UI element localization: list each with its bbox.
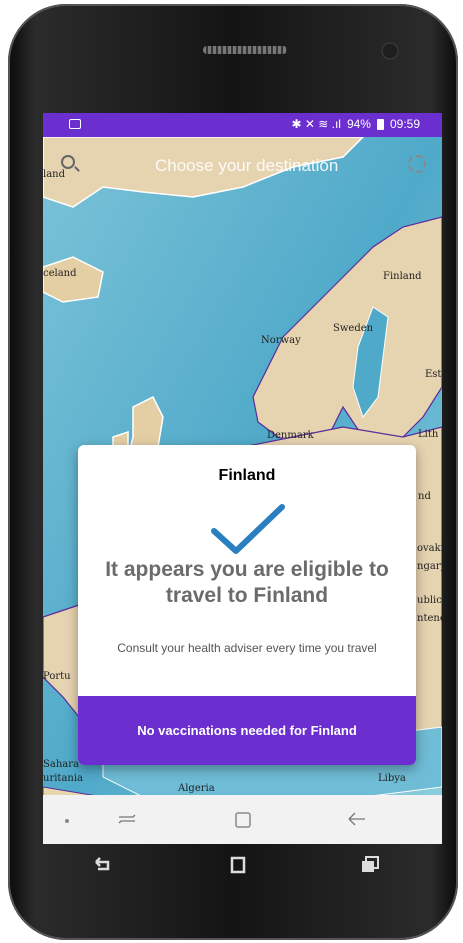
- map-label: Norway: [261, 335, 301, 346]
- back-arrow-icon[interactable]: [345, 809, 369, 829]
- map-label: land: [43, 169, 66, 180]
- map-label: Lith: [418, 429, 439, 440]
- map-label: Libya: [378, 773, 406, 784]
- checkmark-icon: [211, 504, 285, 554]
- recent-apps-icon[interactable]: [115, 809, 139, 829]
- map-label: ngary: [417, 561, 442, 572]
- connectivity-icons: ✱ ✕ ≋ .ıl: [291, 117, 341, 131]
- map-label: nteneg: [417, 613, 442, 624]
- dialog-title: Finland: [218, 467, 276, 484]
- earpiece-speaker: [203, 46, 287, 54]
- battery-percent: 94%: [346, 117, 371, 131]
- gallery-notification-icon: [69, 119, 81, 129]
- map-label: ublic: [417, 595, 442, 606]
- status-bar: ✱ ✕ ≋ .ıl 94% 09:59: [43, 113, 442, 137]
- map-label: celand: [43, 268, 77, 279]
- search-icon[interactable]: [61, 155, 75, 169]
- android-navigation-bar: [43, 795, 442, 844]
- map-label: ovaki: [417, 543, 442, 554]
- map-label: Portu: [43, 671, 71, 682]
- map-label: Denmark: [267, 430, 314, 441]
- clock: 09:59: [389, 117, 420, 131]
- map-label: uritania: [43, 773, 83, 784]
- status-right: ✱ ✕ ≋ .ıl 94% 09:59: [291, 117, 420, 131]
- gear-icon[interactable]: [408, 155, 426, 173]
- nav-indicator-dot: [65, 819, 69, 823]
- vaccination-info-button[interactable]: No vaccinations needed for Finland: [78, 696, 416, 765]
- hardware-home-icon[interactable]: [228, 856, 248, 874]
- home-icon[interactable]: [234, 811, 252, 829]
- app-screen: land celand Finland Sweden Norway Esto D…: [43, 113, 442, 844]
- map-label: Finland: [383, 271, 422, 282]
- hardware-recent-icon[interactable]: [360, 856, 380, 874]
- destination-search-input[interactable]: [153, 153, 387, 179]
- health-advice-text: Consult your health adviser every time y…: [117, 641, 377, 655]
- front-camera: [383, 44, 397, 58]
- map-label: Sahara: [43, 759, 79, 770]
- battery-icon: [376, 118, 384, 130]
- hardware-back-icon[interactable]: [93, 856, 113, 874]
- map-label: Esto: [425, 369, 442, 380]
- eligibility-headline: It appears you are eligible to travel to…: [105, 558, 389, 607]
- map-label: Algeria: [178, 783, 215, 794]
- eligibility-dialog: Finland It appears you are eligible to t…: [78, 445, 416, 765]
- map-label: Sweden: [333, 323, 374, 334]
- map-label: nd: [418, 491, 431, 502]
